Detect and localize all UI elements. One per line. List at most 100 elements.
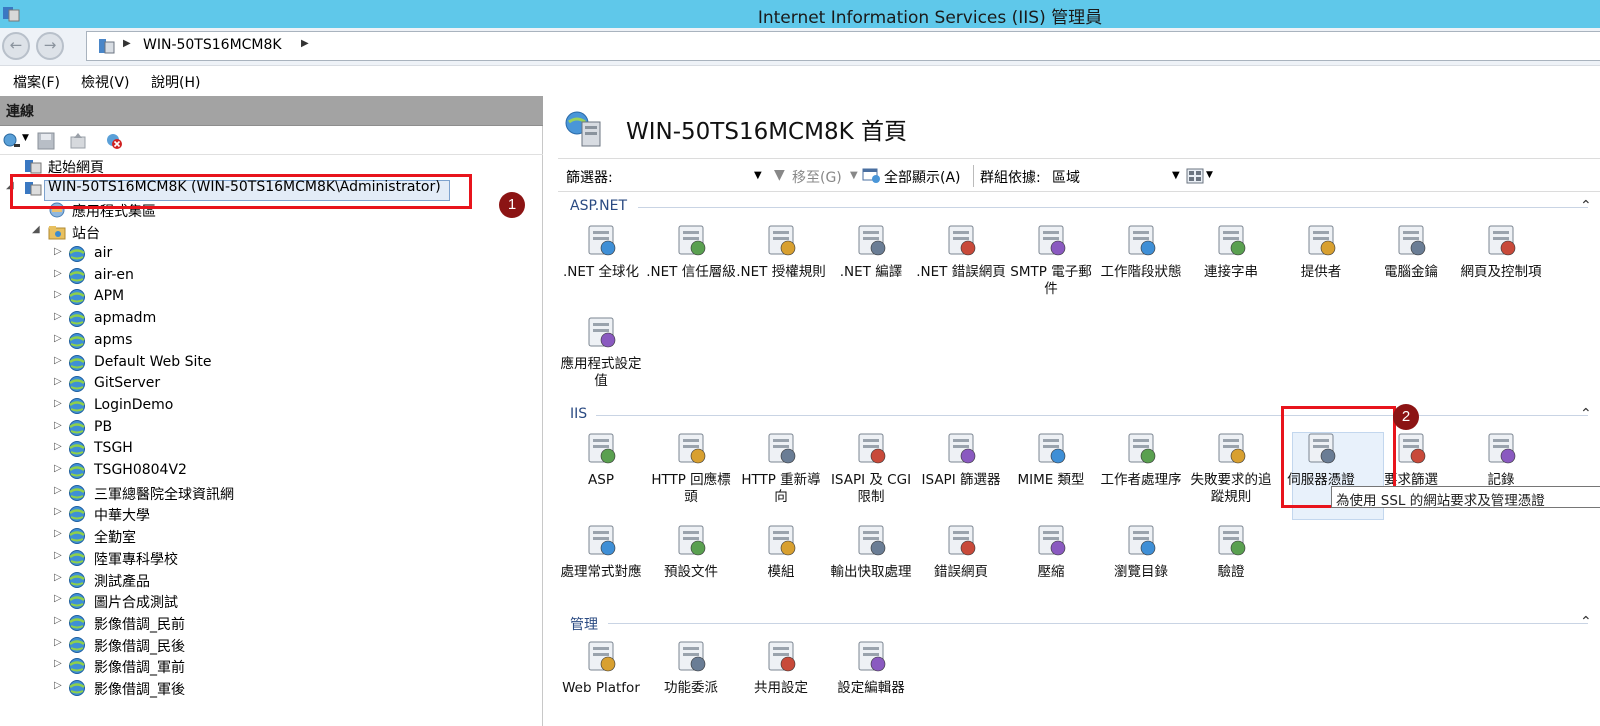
feature-machine-key[interactable]: 電腦金鑰 bbox=[1366, 220, 1456, 281]
back-button[interactable]: ← bbox=[2, 32, 30, 60]
expand-arrow-icon[interactable]: ▷ bbox=[54, 550, 62, 561]
collapse-iis-icon[interactable]: ⌃ bbox=[1580, 406, 1592, 422]
expand-arrow-icon[interactable]: ▷ bbox=[54, 528, 62, 539]
globe-icon bbox=[69, 528, 85, 545]
filter-input[interactable] bbox=[616, 164, 756, 186]
feature-error-page-404[interactable]: .NET 錯誤網頁 bbox=[916, 220, 1006, 281]
view-mode-icon[interactable] bbox=[1186, 168, 1204, 184]
expand-arrow-icon[interactable]: ▷ bbox=[54, 441, 62, 452]
globe-icon bbox=[69, 549, 85, 566]
connect-dropdown-icon[interactable]: ▼ bbox=[22, 133, 29, 143]
save-icon[interactable] bbox=[36, 131, 56, 151]
expand-arrow-icon[interactable]: ▷ bbox=[54, 311, 62, 322]
feature-label: SMTP 電子郵件 bbox=[1010, 264, 1092, 297]
group-by-dropdown-icon[interactable]: ▼ bbox=[1172, 170, 1180, 181]
feature-providers[interactable]: 提供者 bbox=[1276, 220, 1366, 281]
section-header-management[interactable]: 管理 bbox=[570, 614, 598, 634]
section-header-aspnet[interactable]: ASP.NET bbox=[570, 198, 627, 214]
feature-globe[interactable]: .NET 全球化 bbox=[556, 220, 646, 281]
menu-help[interactable]: 說明(H) bbox=[151, 72, 200, 92]
feature-compression[interactable]: 壓縮 bbox=[1006, 520, 1096, 581]
globe-icon bbox=[69, 680, 85, 696]
section-header-iis[interactable]: IIS bbox=[570, 406, 587, 422]
feature-worker-process[interactable]: 工作者處理序 bbox=[1096, 428, 1186, 489]
feature-mime-types[interactable]: MIME 類型 bbox=[1006, 428, 1096, 489]
expand-arrow-icon[interactable]: ▷ bbox=[54, 485, 62, 496]
filter-dropdown-icon[interactable]: ▼ bbox=[754, 170, 762, 181]
collapse-arrow-icon[interactable]: ◢ bbox=[32, 224, 40, 235]
feature-pages-controls[interactable]: 網頁及控制項 bbox=[1456, 220, 1546, 281]
goto-button[interactable]: 移至(G) bbox=[792, 167, 842, 187]
feature-http-response-headers[interactable]: HTTP 回應標頭 bbox=[646, 428, 736, 506]
feature-logging[interactable]: 記錄 bbox=[1456, 428, 1546, 489]
globe-icon bbox=[69, 614, 85, 631]
connections-title: 連線 bbox=[6, 104, 34, 120]
feature-http-redirect[interactable]: HTTP 重新導向 bbox=[736, 428, 826, 506]
expand-arrow-icon[interactable]: ▷ bbox=[54, 463, 62, 474]
feature-handler-mappings[interactable]: 處理常式對應 bbox=[556, 520, 646, 581]
group-by-select[interactable]: 區域 bbox=[1052, 167, 1080, 187]
expand-arrow-icon[interactable]: ▷ bbox=[54, 680, 62, 691]
expand-arrow-icon[interactable]: ▷ bbox=[54, 398, 62, 409]
expand-arrow-icon[interactable]: ▷ bbox=[54, 637, 62, 648]
feature-smtp-email[interactable]: SMTP 電子郵件 bbox=[1006, 220, 1096, 298]
feature-label: 連接字串 bbox=[1204, 264, 1258, 280]
expand-arrow-icon[interactable]: ▷ bbox=[54, 268, 62, 279]
machine-key-icon bbox=[1398, 225, 1426, 256]
show-all-button[interactable]: 全部顯示(A) bbox=[884, 167, 961, 187]
annotation-badge-1: 1 bbox=[499, 192, 525, 218]
globe-icon bbox=[69, 636, 85, 653]
view-mode-dropdown-icon[interactable]: ▼ bbox=[1206, 170, 1213, 180]
feature-connection-string[interactable]: 連接字串 bbox=[1186, 220, 1276, 281]
expand-arrow-icon[interactable]: ▷ bbox=[54, 333, 62, 344]
expand-arrow-icon[interactable]: ▷ bbox=[54, 246, 62, 257]
feature-trust-check[interactable]: .NET 信任層級 bbox=[646, 220, 736, 281]
collapse-aspnet-icon[interactable]: ⌃ bbox=[1580, 198, 1592, 214]
expand-arrow-icon[interactable]: ▷ bbox=[54, 289, 62, 300]
expand-arrow-icon[interactable]: ▷ bbox=[54, 615, 62, 626]
expand-arrow-icon[interactable]: ▷ bbox=[54, 506, 62, 517]
breadcrumb-arrow-icon[interactable]: ▶ bbox=[123, 38, 131, 49]
back-arrow-icon: ← bbox=[9, 36, 23, 54]
feature-authentication[interactable]: 驗證 bbox=[1186, 520, 1276, 581]
address-field[interactable]: ▶ WIN-50TS16MCM8K ▶ bbox=[86, 31, 1600, 61]
expand-arrow-icon[interactable]: ▷ bbox=[54, 420, 62, 431]
feature-lock-document[interactable]: .NET 授權規則 bbox=[736, 220, 826, 281]
feature-isapi-filter[interactable]: ISAPI 篩選器 bbox=[916, 428, 1006, 489]
menu-file[interactable]: 檔案(F) bbox=[13, 72, 60, 92]
breadcrumb-server[interactable]: WIN-50TS16MCM8K bbox=[143, 37, 282, 53]
feature-asp[interactable]: ASP bbox=[556, 428, 646, 489]
goto-dropdown-icon[interactable]: ▼ bbox=[850, 170, 858, 181]
feature-label: 工作者處理序 bbox=[1100, 472, 1182, 488]
feature-session-state[interactable]: 工作階段狀態 bbox=[1096, 220, 1186, 281]
expand-arrow-icon[interactable]: ▷ bbox=[54, 593, 62, 604]
collapse-management-icon[interactable]: ⌃ bbox=[1580, 614, 1592, 630]
feature-label: .NET 編譯 bbox=[839, 264, 903, 280]
feature-modules[interactable]: 模組 bbox=[736, 520, 826, 581]
expand-arrow-icon[interactable]: ▷ bbox=[54, 572, 62, 583]
feature-label: 提供者 bbox=[1300, 264, 1342, 280]
feature-isapi-cgi[interactable]: ISAPI 及 CGI 限制 bbox=[826, 428, 916, 506]
up-level-icon[interactable] bbox=[68, 131, 88, 151]
expand-arrow-icon[interactable]: ▷ bbox=[54, 355, 62, 366]
feature-default-document[interactable]: 預設文件 bbox=[646, 520, 736, 581]
feature-error-pages[interactable]: 錯誤網頁 bbox=[916, 520, 1006, 581]
delete-connection-icon[interactable] bbox=[104, 131, 124, 151]
feature-directory-browsing[interactable]: 瀏覽目錄 bbox=[1096, 520, 1186, 581]
menu-view[interactable]: 檢視(V) bbox=[81, 72, 130, 92]
forward-button[interactable]: → bbox=[36, 32, 64, 60]
feature-web-platform-installer[interactable]: Web Platfor bbox=[556, 636, 646, 697]
directory-browsing-icon bbox=[1128, 525, 1156, 556]
feature-compile-stack[interactable]: .NET 編譯 bbox=[826, 220, 916, 281]
feature-app-settings[interactable]: 應用程式設定值 bbox=[556, 312, 646, 390]
feature-shared-configuration[interactable]: 共用設定 bbox=[736, 636, 826, 697]
feature-failed-request-tracing[interactable]: 失敗要求的追蹤規則 bbox=[1186, 428, 1276, 506]
connect-icon[interactable] bbox=[2, 131, 22, 151]
expand-arrow-icon[interactable]: ▷ bbox=[54, 376, 62, 387]
expand-arrow-icon[interactable]: ▷ bbox=[54, 658, 62, 669]
feature-output-caching[interactable]: 輸出快取處理 bbox=[826, 520, 916, 581]
feature-configuration-editor[interactable]: 設定編輯器 bbox=[826, 636, 916, 697]
window-title: Internet Information Services (IIS) 管理員 bbox=[757, 8, 1103, 28]
feature-feature-delegation[interactable]: 功能委派 bbox=[646, 636, 736, 697]
breadcrumb-arrow-icon[interactable]: ▶ bbox=[301, 38, 309, 49]
